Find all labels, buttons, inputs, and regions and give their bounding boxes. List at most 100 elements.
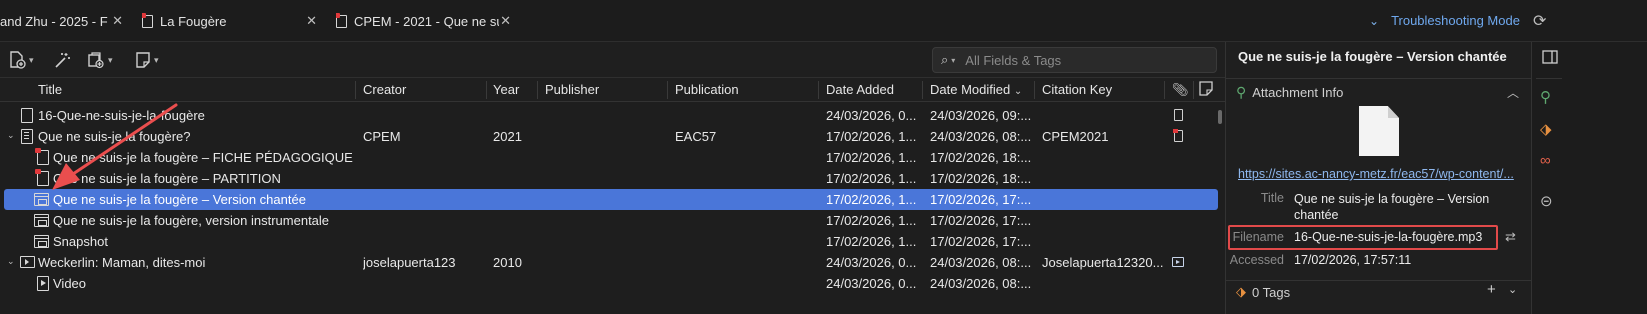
attachment-pdf-icon[interactable] (1173, 129, 1183, 142)
close-icon[interactable]: ✕ (306, 13, 317, 29)
tags-count-label: 0 Tags (1252, 284, 1291, 300)
magic-wand-icon (55, 53, 70, 68)
attachment-video-icon[interactable] (1172, 257, 1184, 267)
locate-nav-icon[interactable]: ⊝ (1540, 192, 1553, 210)
attachment-info-header[interactable]: ⚲ Attachment Info (1236, 84, 1343, 101)
row-title: Que ne suis-je la fougère, version instr… (53, 213, 330, 228)
sync-icon[interactable]: ⟳ (1533, 11, 1546, 31)
row-title: Que ne suis-je la fougère – PARTITION (53, 171, 281, 186)
attachment-url-link[interactable]: https://sites.ac-nancy-metz.fr/eac57/wp-… (1238, 167, 1518, 181)
pdf-icon (35, 169, 49, 186)
snapshot-icon (34, 235, 49, 248)
column-divider[interactable] (1164, 81, 1165, 99)
item-tree: 16-Que-ne-suis-je-la-fougère 24/03/2026,… (0, 103, 1225, 314)
attachment-info-nav-icon[interactable]: ⚲ (1540, 88, 1551, 106)
column-citation-key[interactable]: Citation Key (1042, 82, 1112, 97)
row-creator: joselapuerta123 (363, 255, 456, 270)
title-field-label: Title (1260, 191, 1284, 205)
table-row[interactable]: Snapshot 17/02/2026, 1... 17/02/2026, 17… (0, 231, 1220, 252)
search-icon[interactable]: ⌕ (941, 52, 948, 68)
add-tag-button[interactable]: + (1487, 281, 1496, 298)
column-creator[interactable]: Creator (363, 82, 406, 97)
chevron-down-icon[interactable]: ⌄ (7, 256, 15, 267)
magic-wand-button[interactable] (53, 49, 71, 71)
column-divider[interactable] (818, 81, 819, 99)
tab-la-fougere[interactable]: La Fougère ✕ (142, 0, 317, 42)
tag-nav-icon[interactable]: ⬗ (1540, 120, 1552, 138)
file-preview-icon[interactable] (1359, 106, 1399, 156)
column-divider[interactable] (922, 81, 923, 99)
chevron-up-icon[interactable]: ︿ (1507, 84, 1519, 101)
tab-label: CPEM - 2021 - Que ne suis (354, 13, 499, 29)
rename-from-parent-icon[interactable]: ⇄ (1505, 229, 1516, 245)
table-row[interactable]: 16-Que-ne-suis-je-la-fougère 24/03/2026,… (0, 105, 1220, 126)
column-date-added[interactable]: Date Added (826, 82, 894, 97)
add-attachment-button[interactable]: ▾ (87, 49, 113, 71)
new-note-button[interactable]: ▾ (135, 49, 159, 71)
row-title: 16-Que-ne-suis-je-la-fougère (38, 108, 205, 123)
column-publisher[interactable]: Publisher (545, 82, 599, 97)
column-divider[interactable] (667, 81, 668, 99)
accessed-field-label: Accessed (1229, 253, 1284, 267)
chevron-down-icon: ▾ (29, 54, 34, 65)
accessed-field-value[interactable]: 17/02/2026, 17:57:11 (1294, 253, 1411, 267)
related-nav-icon[interactable]: ∞ (1540, 152, 1551, 169)
column-divider[interactable] (486, 81, 487, 99)
search-field[interactable]: ⌕ ▾ All Fields & Tags (932, 47, 1217, 73)
close-icon[interactable]: ✕ (112, 13, 123, 29)
row-date-added: 17/02/2026, 1... (826, 234, 917, 249)
item-pane: Que ne suis-je la fougère – Version chan… (1226, 42, 1531, 314)
tab-bar: and Zhu - 2025 - Fi ✕ La Fougère ✕ CPEM … (0, 0, 1647, 42)
attachment-document-icon[interactable] (1174, 109, 1183, 121)
search-placeholder[interactable]: All Fields & Tags (965, 53, 1061, 68)
table-row[interactable]: Que ne suis-je la fougère – PARTITION 17… (0, 168, 1220, 189)
column-divider[interactable] (1034, 81, 1035, 99)
table-row[interactable]: ⌄ Que ne suis-je la fougère? CPEM 2021 E… (0, 126, 1220, 147)
table-row-selected[interactable]: Que ne suis-je la fougère – Version chan… (4, 189, 1218, 210)
column-publication[interactable]: Publication (675, 82, 739, 97)
chevron-down-icon[interactable]: ⌄ (1369, 14, 1379, 28)
table-row[interactable]: Que ne suis-je la fougère – FICHE PÉDAGO… (0, 147, 1220, 168)
title-field-value[interactable]: Que ne suis-je la fougère – Version chant… (1294, 191, 1524, 223)
column-picker-icon[interactable] (1199, 81, 1213, 100)
toolbar: ▾ ▾ ▾ ⌕ ▾ All Fields & Tags (0, 42, 1225, 78)
title-value-line-1: Que ne suis-je la fougère – Version (1294, 192, 1490, 206)
toggle-pane-icon[interactable] (1542, 50, 1558, 68)
chevron-down-icon: ▾ (154, 54, 159, 65)
column-year[interactable]: Year (493, 82, 519, 97)
column-date-modified[interactable]: Date Modified ⌄ (930, 82, 1022, 97)
row-year: 2021 (493, 129, 522, 144)
chevron-down-icon[interactable]: ⌄ (1508, 283, 1517, 296)
column-divider[interactable] (1193, 81, 1194, 99)
tab-label: and Zhu - 2025 - Fi (0, 13, 108, 29)
pane-title[interactable]: Que ne suis-je la fougère – Version chan… (1238, 49, 1507, 64)
chevron-down-icon[interactable]: ⌄ (7, 130, 15, 141)
divider (1226, 78, 1531, 79)
row-date-modified: 17/02/2026, 17:... (930, 234, 1032, 249)
note-icon (136, 52, 150, 68)
row-date-modified: 24/03/2026, 08:... (930, 255, 1032, 270)
paperclip-icon: ⚲ (1236, 84, 1247, 100)
row-title: Que ne suis-je la fougère – FICHE PÉDAGO… (53, 150, 353, 165)
column-divider[interactable] (537, 81, 538, 99)
close-icon[interactable]: ✕ (500, 13, 511, 29)
row-date-added: 17/02/2026, 1... (826, 150, 917, 165)
column-divider[interactable] (355, 81, 356, 99)
new-item-button[interactable]: ▾ (9, 49, 34, 71)
table-row[interactable]: ⌄ Weckerlin: Maman, dites-moi joselapuer… (0, 252, 1220, 273)
tags-section-header[interactable]: ⬗ 0 Tags (1236, 284, 1290, 300)
pdf-icon (142, 12, 153, 28)
row-citation-key: CPEM2021 (1042, 129, 1109, 144)
troubleshooting-mode[interactable]: ⌄ Troubleshooting Mode (1369, 13, 1520, 28)
table-row[interactable]: Que ne suis-je la fougère, version instr… (0, 210, 1220, 231)
attachment-column-icon[interactable]: 📎︎ (1172, 82, 1189, 98)
chevron-down-icon[interactable]: ▾ (951, 56, 955, 65)
pdf-icon (35, 148, 49, 165)
table-row[interactable]: Video 24/03/2026, 0... 24/03/2026, 08:..… (0, 273, 1220, 294)
scrollbar-thumb[interactable] (1218, 110, 1222, 124)
column-title[interactable]: Title (38, 82, 62, 97)
row-date-modified: 24/03/2026, 08:... (930, 276, 1032, 291)
tab-cpem-2021[interactable]: CPEM - 2021 - Que ne suis ✕ (336, 0, 511, 42)
tab-zhu-2025[interactable]: and Zhu - 2025 - Fi ✕ (0, 0, 123, 42)
row-title: Snapshot (53, 234, 108, 249)
